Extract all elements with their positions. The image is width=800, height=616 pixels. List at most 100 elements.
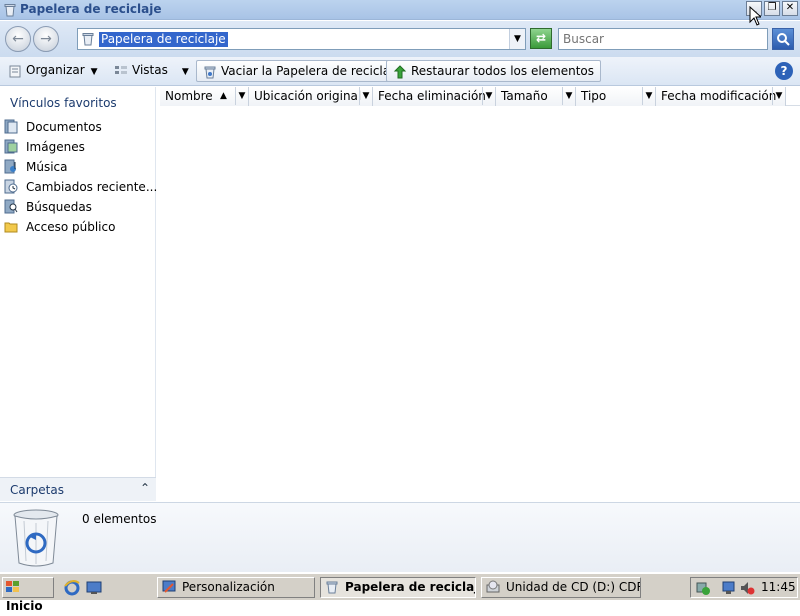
restore-arrow-icon <box>393 64 407 78</box>
favorite-label: Acceso público <box>26 220 116 234</box>
personalization-icon <box>162 580 176 593</box>
column-filter-dropdown[interactable]: ▼ <box>482 87 495 105</box>
column-label: Ubicación original <box>254 89 362 103</box>
views-button[interactable]: Vistas ▼ <box>108 60 195 82</box>
empty-recycle-bin-label: Vaciar la Papelera de reciclaje <box>221 64 401 78</box>
column-header-name[interactable]: Nombre ▲ ▼ <box>160 87 249 106</box>
recycle-bin-icon <box>4 4 16 17</box>
column-filter-dropdown[interactable]: ▼ <box>235 87 248 105</box>
window-title: Papelera de reciclaje <box>20 2 162 16</box>
address-dropdown-button[interactable]: ▼ <box>509 29 525 49</box>
folders-label: Carpetas <box>10 483 64 497</box>
taskbar-item-label: Unidad de CD (D:) CDR... <box>506 580 641 594</box>
favorite-label: Documentos <box>26 120 102 134</box>
title-bar[interactable]: Papelera de reciclaje _ ❐ ✕ <box>0 0 800 20</box>
recycle-bin-icon <box>82 33 94 46</box>
sort-up-icon: ▲ <box>220 91 227 101</box>
system-tray: 11:45 <box>690 577 798 598</box>
organize-icon <box>9 65 21 77</box>
public-folder-icon <box>4 222 18 233</box>
internet-explorer-icon[interactable] <box>64 580 80 596</box>
column-label: Tamaño <box>501 89 548 103</box>
favorite-pictures[interactable]: Imágenes <box>4 138 85 156</box>
volume-muted-icon[interactable] <box>739 580 755 596</box>
documents-icon <box>4 119 18 134</box>
taskbar-item-label: Papelera de reciclaje <box>345 580 476 594</box>
favorite-label: Imágenes <box>26 140 85 154</box>
address-field[interactable]: Papelera de reciclaje ▼ <box>77 28 526 50</box>
pictures-icon <box>4 139 18 154</box>
favorite-label: Cambiados reciente... <box>26 180 158 194</box>
recycle-bin-icon <box>326 581 338 594</box>
organize-label: Organizar <box>26 63 85 77</box>
column-header-original-location[interactable]: Ubicación original ▼ <box>249 87 373 106</box>
start-label: Inicio <box>6 599 43 613</box>
searches-icon <box>4 199 18 214</box>
organize-button[interactable]: Organizar ▼ <box>2 60 104 82</box>
restore-button[interactable]: ❐ <box>764 1 780 16</box>
column-filter-dropdown[interactable]: ▼ <box>562 87 575 105</box>
taskbar-item-recycle-bin[interactable]: Papelera de reciclaje <box>320 577 476 598</box>
favorite-searches[interactable]: Búsquedas <box>4 198 92 216</box>
item-count: 0 elementos <box>82 512 157 526</box>
navigation-pane: Vínculos favoritos Documentos Imágenes M… <box>0 87 157 501</box>
favorites-title: Vínculos favoritos <box>10 96 117 110</box>
search-input[interactable] <box>558 28 768 50</box>
column-label: Fecha modificación <box>661 89 777 103</box>
column-header-size[interactable]: Tamaño ▼ <box>496 87 576 106</box>
mouse-cursor-icon <box>749 6 761 26</box>
search-button[interactable] <box>772 28 794 50</box>
favorite-public[interactable]: Acceso público <box>4 218 115 236</box>
recent-icon <box>4 179 18 194</box>
music-icon <box>4 159 16 174</box>
views-label: Vistas <box>132 63 168 77</box>
favorite-recent[interactable]: Cambiados reciente... <box>4 178 157 196</box>
taskbar: Inicio Personalización Papelera de recic… <box>0 573 800 613</box>
column-filter-dropdown[interactable]: ▼ <box>642 87 655 105</box>
chevron-down-icon: ▼ <box>181 67 189 77</box>
file-list[interactable] <box>160 106 800 501</box>
navigation-bar: ← → Papelera de reciclaje ▼ ⇄ <box>0 21 800 57</box>
taskbar-item-cd-drive[interactable]: Unidad de CD (D:) CDR... <box>481 577 641 598</box>
chevron-down-icon: ▼ <box>90 67 98 77</box>
column-headers: Nombre ▲ ▼ Ubicación original ▼ Fecha el… <box>160 87 800 106</box>
column-label: Nombre <box>165 89 213 103</box>
column-filter-dropdown[interactable]: ▼ <box>359 87 372 105</box>
column-label: Fecha eliminación <box>378 89 486 103</box>
restore-all-label: Restaurar todos los elementos <box>411 64 595 78</box>
refresh-button[interactable]: ⇄ <box>530 28 552 49</box>
command-bar: Organizar ▼ Vistas ▼ Vaciar la Papelera de… <box>0 57 800 86</box>
column-filter-dropdown[interactable]: ▼ <box>772 87 785 105</box>
address-path: Papelera de reciclaje <box>99 32 228 47</box>
show-desktop-icon[interactable] <box>86 580 102 596</box>
taskbar-item-personalization[interactable]: Personalización <box>157 577 315 598</box>
recycle-bin-icon <box>204 66 216 78</box>
details-pane: 0 elementos <box>0 502 800 572</box>
taskbar-item-label: Personalización <box>182 580 275 594</box>
windows-logo-icon <box>6 581 19 592</box>
favorite-label: Música <box>26 160 68 174</box>
start-button[interactable]: Inicio <box>2 577 54 613</box>
favorite-label: Búsquedas <box>26 200 92 214</box>
column-header-date-deleted[interactable]: Fecha eliminación ▼ <box>373 87 496 106</box>
column-header-date-modified[interactable]: Fecha modificación ▼ <box>656 87 786 106</box>
help-button[interactable]: ? <box>775 62 793 80</box>
clock[interactable]: 11:45 <box>761 580 796 594</box>
safely-remove-hardware-icon[interactable] <box>695 580 711 596</box>
folders-toggle[interactable]: Carpetas ⌃ <box>0 477 156 501</box>
favorite-music[interactable]: Música <box>4 158 68 176</box>
recycle-bin-icon <box>13 509 59 567</box>
forward-button[interactable]: → <box>33 26 59 52</box>
back-button[interactable]: ← <box>5 26 31 52</box>
empty-recycle-bin-button[interactable]: Vaciar la Papelera de reciclaje <box>196 60 408 82</box>
chevron-up-icon: ⌃ <box>140 481 151 495</box>
network-icon[interactable] <box>721 580 737 596</box>
column-header-type[interactable]: Tipo ▼ <box>576 87 656 106</box>
favorite-documents[interactable]: Documentos <box>4 118 102 136</box>
restore-all-button[interactable]: Restaurar todos los elementos <box>386 60 602 82</box>
close-button[interactable]: ✕ <box>782 1 798 16</box>
cd-drive-icon <box>486 580 500 593</box>
column-label: Tipo <box>581 89 607 103</box>
search-icon <box>777 33 790 46</box>
views-icon <box>115 65 127 74</box>
